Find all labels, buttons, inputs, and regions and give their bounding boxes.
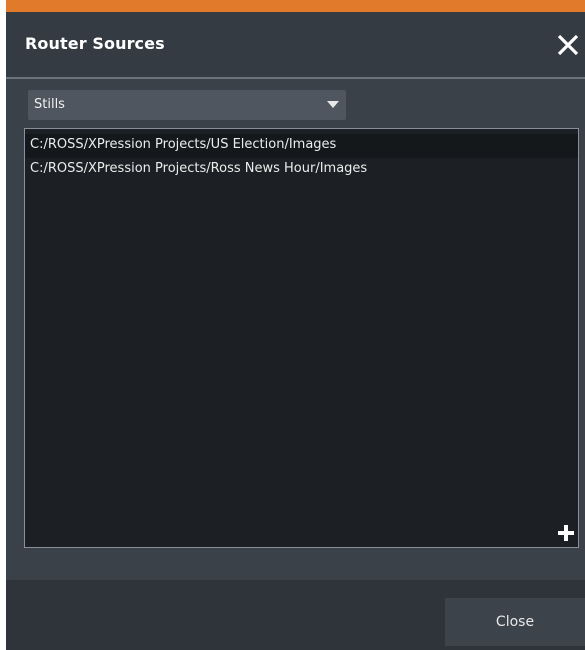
router-sources-dialog: Router Sources Stills C:/ROSS/XPression …: [6, 0, 585, 650]
sources-list[interactable]: C:/ROSS/XPression Projects/US Election/I…: [24, 128, 579, 548]
source-type-dropdown[interactable]: Stills: [28, 90, 346, 120]
source-path: C:/ROSS/XPression Projects/Ross News Hou…: [30, 161, 368, 176]
close-icon[interactable]: [553, 30, 585, 62]
title-bar: Router Sources: [6, 12, 585, 77]
list-item[interactable]: C:/ROSS/XPression Projects/US Election/I…: [25, 134, 578, 158]
plus-icon[interactable]: [556, 523, 576, 543]
dialog-title: Router Sources: [25, 34, 165, 53]
title-divider: [6, 77, 585, 79]
close-button[interactable]: Close: [445, 598, 585, 646]
source-type-value: Stills: [34, 97, 65, 112]
chevron-down-icon: [327, 101, 339, 108]
accent-bar: [6, 0, 585, 12]
dialog-footer: Close: [6, 580, 585, 650]
list-item[interactable]: C:/ROSS/XPression Projects/Ross News Hou…: [25, 158, 578, 182]
source-path: C:/ROSS/XPression Projects/US Election/I…: [30, 137, 337, 152]
